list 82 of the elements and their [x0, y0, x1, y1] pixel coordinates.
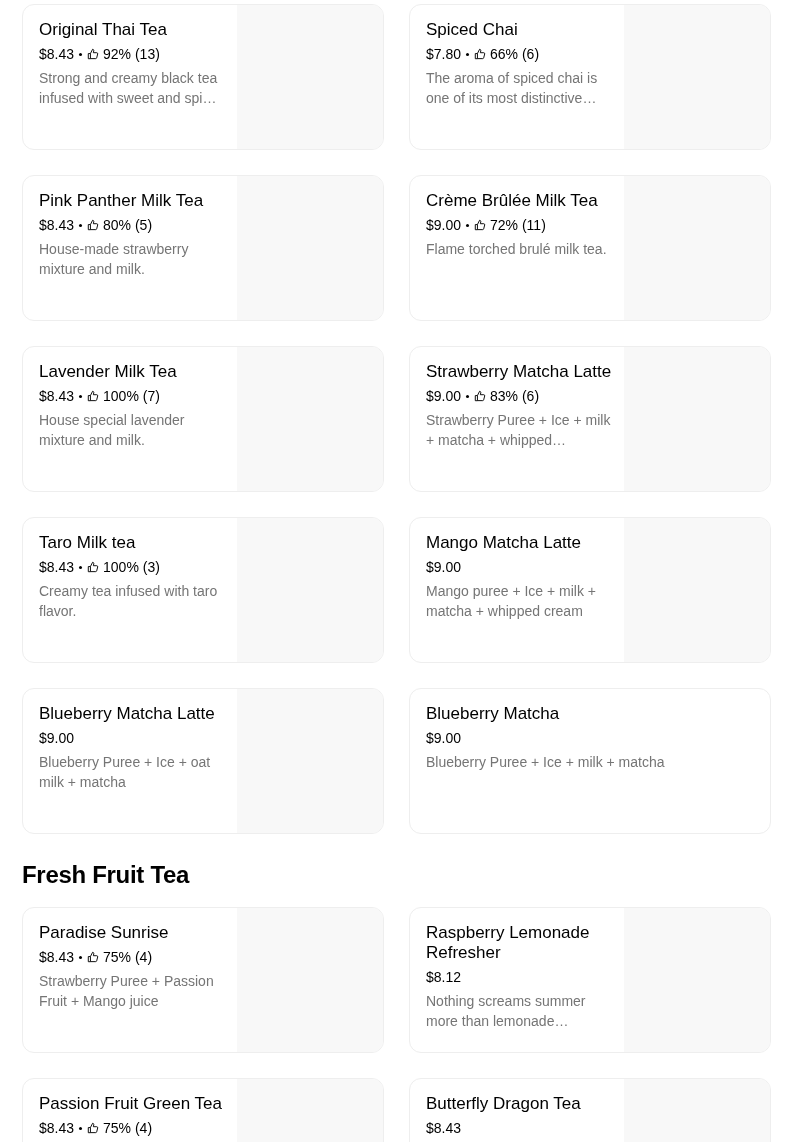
item-price: $9.00 [426, 558, 462, 576]
thumbs-up-icon [474, 48, 487, 60]
item-price: $8.43 [39, 45, 75, 63]
menu-item-card[interactable]: Taro Milk tea $8.43 100% (3) Creamy tea infused with taro flavor. [22, 517, 384, 663]
item-name: Spiced Chai [426, 20, 519, 40]
item-description: Nothing screams summer more than lemonade… [426, 992, 587, 1031]
item-rating: 72% (11) [490, 216, 546, 234]
item-rating: 100% (3) [103, 558, 160, 576]
item-description: Blueberry Puree + Ice + milk + matcha [426, 753, 666, 772]
item-price: $7.80 [426, 45, 462, 63]
menu-item-card[interactable]: Passion Fruit Green Tea $8.43 75% (4) [22, 1078, 384, 1142]
item-name: Raspberry Lemonade Refresher [426, 923, 591, 963]
item-price: $8.43 [39, 387, 75, 405]
separator-dot [466, 394, 470, 398]
item-name: Blueberry Matcha Latte [39, 704, 216, 724]
item-price: $9.00 [426, 729, 462, 747]
item-price: $8.43 [39, 558, 75, 576]
thumbs-up-icon [87, 561, 100, 573]
item-description: Creamy tea infused with taro flavor. [39, 582, 219, 621]
item-description: The aroma of spiced chai is one of its most distinctive… [426, 69, 599, 108]
item-rating: 66% (6) [490, 45, 540, 63]
item-rating: 83% (6) [490, 387, 540, 405]
separator-dot [79, 565, 83, 569]
item-price: $8.12 [426, 968, 462, 986]
menu-item-card[interactable]: Blueberry Matcha $9.00 Blueberry Puree + Ice + milk + matcha [409, 688, 771, 834]
menu-item-card[interactable]: Paradise Sunrise $8.43 75% (4) Strawberry Puree + Passion Fruit + Mango juice [22, 907, 384, 1053]
item-name: Blueberry Matcha [426, 704, 561, 724]
item-description: Flame torched brulé milk tea. [426, 240, 608, 259]
menu-item-card[interactable]: Butterfly Dragon Tea $8.43 [409, 1078, 771, 1142]
menu-item-card[interactable]: Crème Brûlée Milk Tea $9.00 72% (11) Flame torched brulé milk tea. [409, 175, 771, 321]
menu-item-card[interactable]: Mango Matcha Latte $9.00 Mango puree + Ice + milk + matcha + whipped cream [409, 517, 771, 663]
item-name: Butterfly Dragon Tea [426, 1094, 582, 1114]
separator-dot [466, 52, 470, 56]
item-rating: 75% (4) [103, 948, 153, 966]
separator-dot [79, 1126, 83, 1130]
thumbs-up-icon [87, 390, 100, 402]
item-name: Lavender Milk Tea [39, 362, 178, 382]
section-heading: Fresh Fruit Tea [22, 860, 191, 890]
item-description: Strawberry Puree + Passion Fruit + Mango juice [39, 972, 215, 1011]
item-name: Original Thai Tea [39, 20, 168, 40]
separator-dot [466, 223, 470, 227]
item-name: Taro Milk tea [39, 533, 137, 553]
item-description: Strong and creamy black tea infused with sweet and spi… [39, 69, 219, 108]
item-name: Mango Matcha Latte [426, 533, 582, 553]
menu-item-card[interactable]: Spiced Chai $7.80 66% (6) The aroma of spiced chai is one of its most distinctive… [409, 4, 771, 150]
item-name: Strawberry Matcha Latte [426, 362, 612, 382]
item-price: $9.00 [39, 729, 75, 747]
thumbs-up-icon [87, 48, 100, 60]
item-description: House-made strawberry mixture and milk. [39, 240, 190, 279]
item-price: $8.43 [39, 216, 75, 234]
separator-dot [79, 394, 83, 398]
item-rating: 80% (5) [103, 216, 153, 234]
menu-item-card[interactable]: Blueberry Matcha Latte $9.00 Blueberry Puree + Ice + oat milk + matcha [22, 688, 384, 834]
item-rating: 75% (4) [103, 1119, 153, 1137]
separator-dot [79, 223, 83, 227]
thumbs-up-icon [474, 219, 487, 231]
item-name: Passion Fruit Green Tea [39, 1094, 223, 1114]
item-name: Crème Brûlée Milk Tea [426, 191, 599, 211]
item-price: $9.00 [426, 216, 462, 234]
menu-item-card[interactable]: Pink Panther Milk Tea $8.43 80% (5) House-made strawberry mixture and milk. [22, 175, 384, 321]
thumbs-up-icon [87, 1122, 100, 1134]
menu-item-card[interactable]: Strawberry Matcha Latte $9.00 83% (6) Strawberry Puree + Ice + milk + matcha + whipped… [409, 346, 771, 492]
item-price: $9.00 [426, 387, 462, 405]
item-name: Paradise Sunrise [39, 923, 170, 943]
separator-dot [79, 52, 83, 56]
menu-item-card[interactable]: Lavender Milk Tea $8.43 100% (7) House special lavender mixture and milk. [22, 346, 384, 492]
item-price: $8.43 [426, 1119, 462, 1137]
item-description: Strawberry Puree + Ice + milk + matcha + whipped… [426, 411, 612, 450]
item-price: $8.43 [39, 1119, 75, 1137]
item-description: Mango puree + Ice + milk + matcha + whipped cream [426, 582, 598, 621]
thumbs-up-icon [87, 951, 100, 963]
item-description: Blueberry Puree + Ice + oat milk + matcha [39, 753, 212, 792]
item-name: Pink Panther Milk Tea [39, 191, 205, 211]
separator-dot [79, 955, 83, 959]
item-description: House special lavender mixture and milk. [39, 411, 186, 450]
item-price: $8.43 [39, 948, 75, 966]
item-rating: 92% (13) [103, 45, 160, 63]
item-rating: 100% (7) [103, 387, 160, 405]
thumbs-up-icon [87, 219, 100, 231]
menu-item-card[interactable]: Raspberry Lemonade Refresher $8.12 Nothing screams summer more than lemonade… [409, 907, 771, 1053]
menu-item-card[interactable]: Original Thai Tea $8.43 92% (13) Strong and creamy black tea infused with sweet and spi… [22, 4, 384, 150]
thumbs-up-icon [474, 390, 487, 402]
